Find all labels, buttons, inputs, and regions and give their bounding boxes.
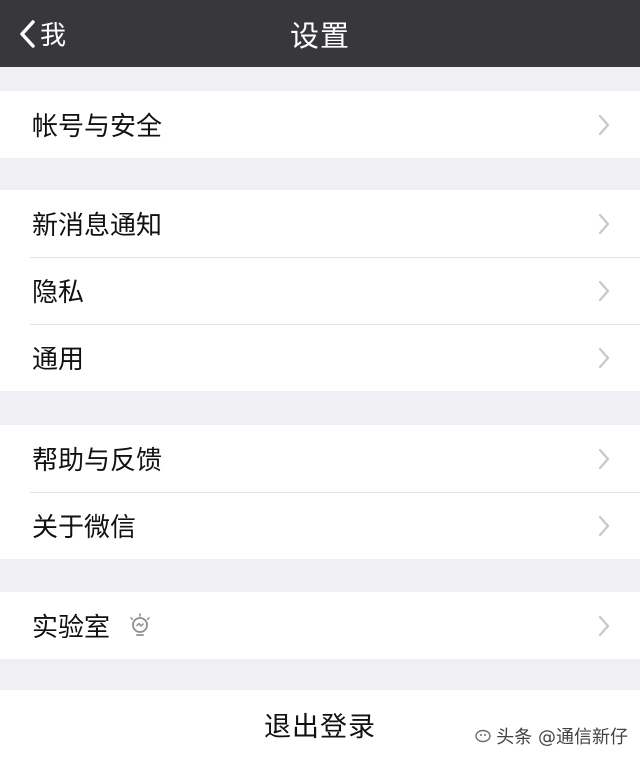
settings-group-help: 帮助与反馈 关于微信 — [0, 425, 640, 559]
chevron-right-icon — [598, 615, 610, 641]
settings-item-labs[interactable]: 实验室 — [0, 592, 640, 659]
chevron-right-icon — [598, 114, 610, 140]
chevron-right-icon — [598, 448, 610, 474]
settings-item-privacy[interactable]: 隐私 — [0, 257, 640, 324]
settings-item-help-feedback[interactable]: 帮助与反馈 — [0, 425, 640, 492]
chevron-right-icon — [598, 213, 610, 239]
settings-group-general: 新消息通知 隐私 通用 — [0, 190, 640, 391]
settings-item-account-security[interactable]: 帐号与安全 — [0, 91, 640, 158]
settings-group-account: 帐号与安全 — [0, 91, 640, 158]
settings-item-notifications[interactable]: 新消息通知 — [0, 190, 640, 257]
settings-item-label: 实验室 — [32, 613, 111, 643]
settings-item-label: 帐号与安全 — [32, 112, 163, 142]
settings-item-label: 新消息通知 — [32, 211, 163, 241]
chevron-right-icon — [598, 515, 610, 541]
settings-item-label: 帮助与反馈 — [32, 446, 163, 476]
chevron-right-icon — [598, 347, 610, 373]
watermark-text: 头条 @通信新仔 — [496, 727, 628, 748]
settings-item-label: 隐私 — [32, 278, 85, 308]
settings-item-label: 关于微信 — [32, 513, 137, 543]
logout-label: 退出登录 — [264, 712, 376, 743]
settings-item-label: 通用 — [32, 345, 85, 375]
lightbulb-icon — [128, 612, 152, 639]
settings-group-labs: 实验室 — [0, 592, 640, 659]
watermark: 头条 @通信新仔 — [474, 723, 628, 749]
page-title: 设置 — [289, 18, 350, 53]
nav-bar: 我 设置 — [0, 0, 640, 67]
chevron-right-icon — [598, 280, 610, 306]
settings-item-general[interactable]: 通用 — [0, 324, 640, 391]
watermark-logo-icon — [474, 728, 492, 744]
settings-item-about[interactable]: 关于微信 — [0, 492, 640, 559]
